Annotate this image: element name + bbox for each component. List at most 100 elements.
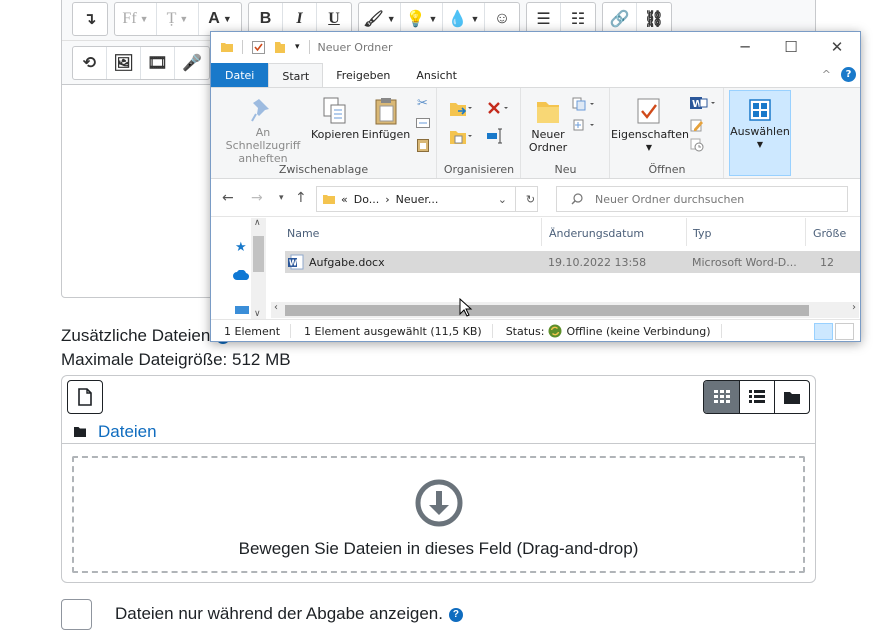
new-folder-button[interactable]: Neuer Ordner	[528, 96, 568, 154]
insert-media-button[interactable]: 🎞	[141, 46, 175, 79]
back-arrow-icon[interactable]: ←	[222, 190, 234, 206]
open-with-word-icon[interactable]: W	[690, 96, 718, 113]
unordered-list-button[interactable]: ☰	[527, 2, 561, 35]
address-bar: ← → ▾ ↑ « Do... › Neuer... ⌄ ↻ Neuer Ord…	[211, 180, 860, 217]
select-button-content: Auswählen ▼	[730, 97, 790, 151]
search-box[interactable]: Neuer Ordner durchsuchen	[556, 186, 848, 212]
undo-button[interactable]: ⟲	[73, 46, 107, 79]
recent-locations-icon[interactable]: ▾	[279, 193, 284, 203]
nav-scroll-thumb[interactable]	[253, 236, 264, 272]
delete-icon[interactable]	[486, 100, 510, 121]
download-arrow-icon	[415, 479, 462, 527]
minimize-button[interactable]: ─	[722, 32, 768, 62]
horizontal-scroll-thumb[interactable]	[285, 305, 809, 316]
breadcrumb-item-neuer-ordner[interactable]: Neuer...	[396, 193, 439, 206]
scroll-left-icon[interactable]: ‹	[274, 302, 278, 313]
quick-access-star-icon[interactable]: ★	[235, 240, 247, 255]
large-icons-view-icon[interactable]	[835, 323, 854, 340]
caret-down-icon: ▼	[470, 13, 480, 24]
help-icon[interactable]: ?	[841, 67, 856, 82]
new-item-icon[interactable]	[572, 97, 596, 114]
tab-datei[interactable]: Datei	[211, 63, 269, 87]
view-icons-button[interactable]	[704, 381, 739, 413]
collapse-ribbon-icon[interactable]: ^	[822, 68, 831, 81]
tab-freigeben[interactable]: Freigeben	[323, 63, 403, 87]
collapse-toolbar-button[interactable]: ↴	[73, 3, 107, 35]
properties-button[interactable]: Eigenschaften ▼	[611, 96, 689, 154]
column-size[interactable]: Größe	[813, 227, 846, 240]
help-icon[interactable]: ?	[448, 607, 463, 622]
scroll-down-icon[interactable]: ∨	[254, 309, 261, 319]
column-divider	[541, 218, 542, 246]
title-bar[interactable]: ▾ Neuer Ordner ─ ☐ ✕	[211, 32, 860, 62]
record-audio-button[interactable]: 🎤	[175, 47, 209, 79]
nav-scrollbar[interactable]: ∧ ∨	[251, 218, 266, 319]
breadcrumb-item-documents[interactable]: Do...	[354, 193, 380, 206]
unlink-button[interactable]: ⛓	[637, 3, 671, 35]
font-size-button[interactable]: Ṭ ▼	[157, 2, 199, 35]
emoticon-button[interactable]: ☺	[485, 3, 519, 35]
refresh-button[interactable]: ↻	[515, 186, 545, 212]
show-files-checkbox[interactable]	[61, 599, 92, 630]
selection-info: 1 Element ausgewählt (11,5 KB)	[291, 324, 493, 338]
explorer-window[interactable]: ▾ Neuer Ordner ─ ☐ ✕ Datei Start Freigeb…	[210, 31, 861, 342]
file-row[interactable]: W Aufgabe.docx 19.10.2022 13:58 Microsof…	[285, 251, 860, 273]
breadcrumb-overflow[interactable]: «	[341, 193, 348, 206]
paste-button[interactable]: Einfügen	[361, 96, 411, 141]
address-dropdown-icon[interactable]: ⌄	[498, 193, 507, 206]
customize-quick-access-icon[interactable]: ▾	[295, 42, 300, 52]
details-view-icon[interactable]	[814, 323, 833, 340]
scroll-up-icon[interactable]: ∧	[254, 218, 261, 228]
copy-button[interactable]: Kopieren	[311, 96, 359, 141]
copy-to-icon[interactable]	[448, 128, 472, 149]
column-modified[interactable]: Änderungsdatum	[549, 227, 644, 240]
edit-icon[interactable]	[690, 118, 704, 135]
file-list-scrollbar[interactable]: ‹ ›	[271, 302, 859, 318]
group-label-organize: Organisieren	[443, 163, 515, 176]
add-file-button[interactable]	[67, 380, 103, 414]
caret-down-icon: ▼	[756, 140, 764, 149]
easy-access-icon[interactable]	[572, 118, 596, 135]
ordered-list-button[interactable]: ☷	[561, 3, 595, 35]
close-button[interactable]: ✕	[814, 32, 860, 62]
onedrive-cloud-icon[interactable]	[233, 269, 250, 283]
italic-button[interactable]: I	[283, 2, 317, 35]
column-type[interactable]: Typ	[693, 227, 712, 240]
color-drop-button[interactable]: 💧 ▼	[443, 2, 485, 35]
underline-button[interactable]: U	[317, 3, 351, 35]
brush-button[interactable]: 🖌 ▼	[359, 2, 401, 35]
forward-arrow-icon[interactable]: →	[251, 190, 263, 206]
up-arrow-icon[interactable]: ↑	[295, 190, 307, 206]
drop-zone[interactable]: Bewegen Sie Dateien in dieses Feld (Drag…	[72, 456, 805, 573]
column-name[interactable]: Name	[287, 227, 319, 240]
pin-quick-access-button[interactable]: An Schnellzugriff anheften	[217, 96, 309, 165]
search-placeholder: Neuer Ordner durchsuchen	[595, 192, 745, 206]
font-family-button[interactable]: Ff ▼	[115, 2, 157, 35]
lightbulb-button[interactable]: 💡 ▼	[401, 2, 443, 35]
paste-shortcut-icon[interactable]	[417, 138, 429, 155]
maximize-button[interactable]: ☐	[768, 32, 814, 62]
properties-check-icon[interactable]	[252, 40, 265, 54]
address-input[interactable]: « Do... › Neuer... ⌄	[316, 186, 538, 212]
insert-image-button[interactable]: 🖼	[107, 46, 141, 79]
view-toggle	[814, 323, 854, 340]
view-tree-button[interactable]	[774, 381, 809, 413]
link-button[interactable]: 🔗	[603, 2, 637, 35]
move-to-icon[interactable]	[448, 100, 472, 121]
this-pc-icon[interactable]	[235, 304, 249, 317]
select-button[interactable]: Auswählen ▼	[729, 90, 791, 176]
view-list-button[interactable]	[739, 381, 774, 413]
tab-ansicht[interactable]: Ansicht	[403, 63, 470, 87]
path-dateien-link[interactable]: Dateien	[98, 422, 157, 442]
bold-button[interactable]: B	[249, 2, 283, 35]
history-icon[interactable]	[690, 138, 704, 155]
cut-icon[interactable]: ✂	[417, 96, 428, 111]
tab-start[interactable]: Start	[268, 63, 324, 88]
copy-path-icon[interactable]	[416, 118, 430, 131]
font-color-button[interactable]: A ▼	[199, 3, 241, 35]
properties-label: Eigenschaften	[611, 128, 689, 141]
new-folder-icon[interactable]	[274, 41, 286, 54]
rename-icon[interactable]	[486, 128, 504, 147]
scroll-right-icon[interactable]: ›	[852, 302, 856, 313]
breadcrumb-separator: ›	[385, 192, 390, 206]
